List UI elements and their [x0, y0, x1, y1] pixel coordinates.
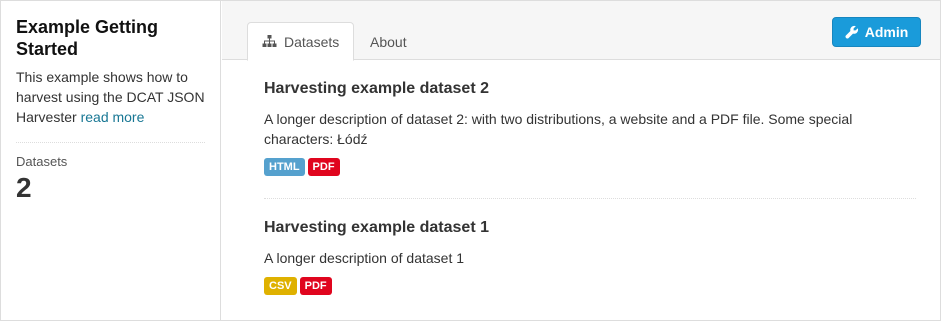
organization-sidebar: Example Getting Started This example sho… — [1, 1, 221, 320]
organization-description: This example shows how to harvest using … — [16, 67, 205, 127]
datasets-stat-value: 2 — [16, 172, 32, 203]
tab-datasets[interactable]: Datasets — [247, 22, 355, 61]
sitemap-icon — [262, 35, 277, 47]
dataset-item: Harvesting example dataset 2 A longer de… — [264, 79, 916, 176]
format-badges: CSV PDF — [264, 277, 916, 295]
dataset-divider — [264, 198, 916, 199]
main-content: Datasets About Admin Harvesting example … — [222, 1, 940, 320]
dataset-item: Harvesting example dataset 1 A longer de… — [264, 218, 916, 295]
admin-button[interactable]: Admin — [832, 17, 921, 47]
read-more-link[interactable]: read more — [81, 109, 145, 125]
dataset-description: A longer description of dataset 2: with … — [264, 111, 853, 147]
dataset-title-link[interactable]: Harvesting example dataset 1 — [264, 218, 916, 238]
organization-title: Example Getting Started — [16, 17, 159, 59]
format-badge-html[interactable]: HTML — [264, 158, 305, 176]
tab-datasets-label: Datasets — [284, 33, 340, 50]
dataset-title-link[interactable]: Harvesting example dataset 2 — [264, 79, 916, 99]
admin-button-label: Admin — [864, 24, 909, 40]
datasets-stat-label: Datasets — [16, 154, 68, 169]
tab-bar: Datasets About Admin — [222, 1, 940, 61]
format-badge-pdf[interactable]: PDF — [307, 158, 340, 176]
page-frame: Example Getting Started This example sho… — [0, 0, 941, 321]
sidebar-divider — [16, 142, 205, 143]
format-badge-pdf[interactable]: PDF — [299, 277, 332, 295]
format-badge-csv[interactable]: CSV — [264, 277, 297, 295]
dataset-description: A longer description of dataset 1 — [264, 250, 465, 266]
tab-about-label: About — [370, 33, 407, 50]
tab-about[interactable]: About — [356, 22, 421, 61]
wrench-icon — [845, 25, 858, 39]
format-badges: HTML PDF — [264, 158, 916, 176]
